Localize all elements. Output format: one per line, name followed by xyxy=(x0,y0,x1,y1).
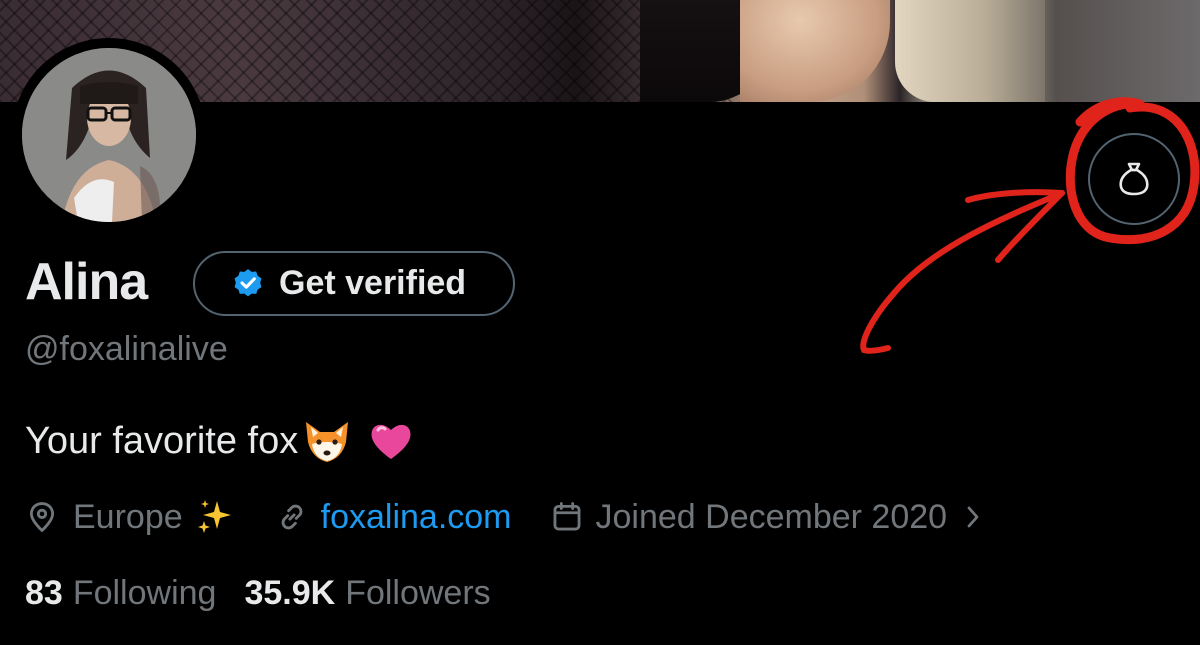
get-verified-label: Get verified xyxy=(279,264,467,302)
money-bag-icon xyxy=(1119,162,1149,196)
following-count: 83 xyxy=(25,574,63,612)
joined-item[interactable]: Joined December 2020 xyxy=(550,498,986,537)
bio-text: Your favorite fox xyxy=(25,419,299,462)
tip-jar-button[interactable] xyxy=(1088,133,1180,225)
chevron-right-icon xyxy=(967,506,979,528)
profile-meta-row: Europe foxalina.com Joined December 2020 xyxy=(25,494,985,540)
profile-page: Alina Get verified @foxalinalive Your fa… xyxy=(0,0,1200,645)
display-name: Alina xyxy=(25,253,148,311)
annotation-arrow-head xyxy=(965,189,1065,263)
get-verified-button[interactable]: Get verified xyxy=(193,251,515,316)
sparkles-emoji-icon xyxy=(197,500,231,533)
avatar-photo xyxy=(22,48,196,222)
banner-shoulder xyxy=(740,0,890,102)
follow-stats: 83 Following 35.9K Followers xyxy=(25,574,491,613)
avatar-portrait-illustration xyxy=(22,48,196,222)
bio: Your favorite fox xyxy=(25,418,414,464)
website-item[interactable]: foxalina.com xyxy=(275,498,512,537)
banner-hair xyxy=(895,0,1045,102)
link-icon xyxy=(281,504,303,530)
following-label: Following xyxy=(72,574,217,612)
username-handle: @foxalinalive xyxy=(25,330,228,368)
avatar[interactable] xyxy=(12,38,206,232)
website-link[interactable]: foxalina.com xyxy=(321,498,512,537)
fox-emoji-icon xyxy=(306,422,349,462)
joined-date: Joined December 2020 xyxy=(595,497,948,536)
verified-badge-icon xyxy=(234,268,262,296)
location-text: Europe xyxy=(73,497,183,536)
annotation-arrow-shaft xyxy=(860,190,1065,354)
following-stat[interactable]: 83 Following xyxy=(25,574,216,613)
pink-heart-emoji-icon xyxy=(371,424,411,459)
followers-stat[interactable]: 35.9K Followers xyxy=(244,574,490,613)
followers-label: Followers xyxy=(345,574,491,612)
followers-count: 35.9K xyxy=(244,574,336,612)
map-pin-icon xyxy=(29,502,55,533)
calendar-icon xyxy=(553,502,580,531)
location-item: Europe xyxy=(25,497,235,537)
